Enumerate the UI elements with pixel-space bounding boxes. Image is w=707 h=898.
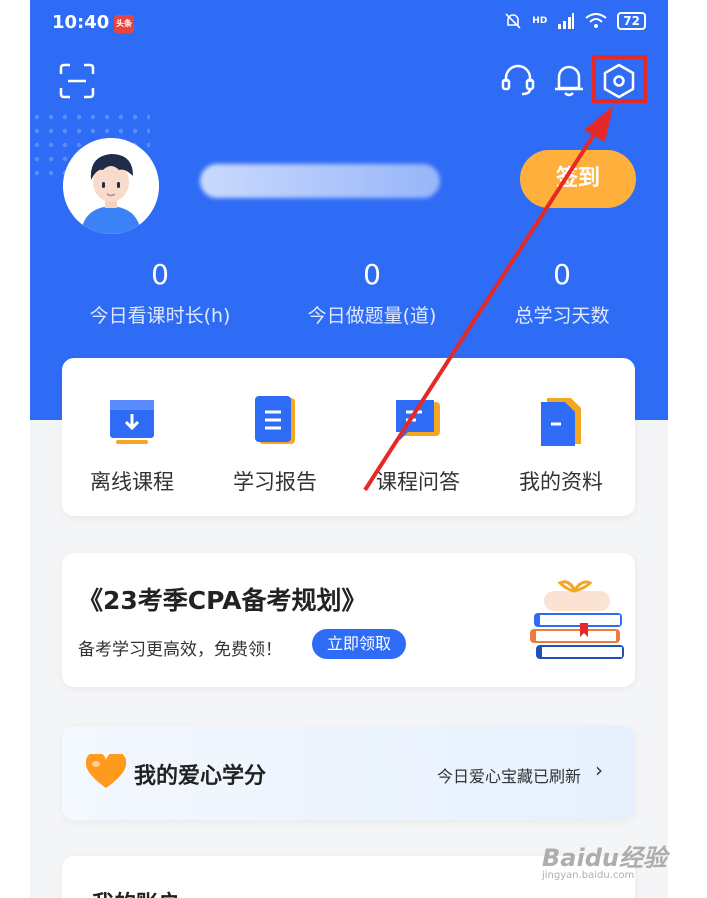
- love-credits-status: 今日爱心宝藏已刷新: [436, 767, 581, 786]
- cpa-plan-banner[interactable]: 《23考季CPA备考规划》 备考学习更高效，免费领！ 立即领取: [62, 553, 635, 687]
- quick-actions-card: 离线课程 学习报告 课程问答 我的资料: [62, 358, 635, 516]
- quick-my-materials[interactable]: 我的资料: [501, 394, 621, 496]
- quick-study-report[interactable]: 学习报告: [215, 394, 335, 496]
- profile-header: 10:40 头条 HD 72 签到 0 今日看课时长(h) 0 今日做题量(道)…: [30, 0, 668, 420]
- battery-indicator: 72: [617, 12, 646, 30]
- status-time: 10:40: [52, 12, 110, 33]
- mute-bell-icon: [505, 13, 521, 29]
- status-icons: HD 72: [504, 12, 646, 30]
- stat-value: 0: [363, 258, 381, 291]
- qa-chat-icon: [396, 400, 440, 440]
- quick-label: 课程问答: [376, 470, 460, 494]
- account-card-title: 我的账户: [92, 886, 180, 898]
- username-redacted: [200, 164, 440, 198]
- quick-label: 学习报告: [233, 470, 317, 494]
- stat-watch-hours[interactable]: 0 今日看课时长(h): [70, 258, 250, 328]
- network-hd-label: HD: [532, 16, 548, 26]
- stat-study-days[interactable]: 0 总学习天数: [472, 258, 652, 328]
- baidu-jingyan-watermark: Baidu经验 jingyan.baidu.com: [540, 830, 670, 890]
- document-icon: [541, 398, 581, 446]
- user-avatar[interactable]: [63, 138, 159, 234]
- wifi-icon: [585, 13, 607, 28]
- quick-course-qa[interactable]: 课程问答: [358, 394, 478, 496]
- promo-subtitle: 备考学习更高效，免费领！: [78, 640, 282, 660]
- stat-questions-done[interactable]: 0 今日做题量(道): [282, 258, 462, 328]
- stat-value: 0: [151, 258, 169, 291]
- claim-now-button[interactable]: 立即领取: [312, 629, 406, 659]
- stat-value: 0: [553, 258, 571, 291]
- stat-label: 今日看课时长(h): [89, 305, 231, 327]
- annotation-highlight-box: [592, 55, 647, 103]
- quick-label: 我的资料: [519, 470, 603, 494]
- watermark-url: jingyan.baidu.com: [542, 870, 635, 881]
- quick-label: 离线课程: [90, 470, 174, 494]
- avatar-illustration: [63, 138, 159, 234]
- customer-service-icon[interactable]: [500, 62, 536, 98]
- books-illustration: [530, 580, 624, 659]
- checkin-button[interactable]: 签到: [520, 150, 636, 208]
- top-toolbar: [30, 58, 668, 102]
- watermark-text: Baidu经验: [542, 844, 667, 872]
- toutiao-app-icon: 头条: [114, 15, 134, 33]
- notification-bell-icon[interactable]: [552, 62, 586, 98]
- promo-title: 《23考季CPA备考规划》: [78, 586, 367, 615]
- status-bar: 10:40 头条 HD 72: [52, 12, 646, 38]
- scan-icon[interactable]: [58, 62, 96, 100]
- report-icon: [255, 396, 295, 444]
- love-credits-card[interactable]: 我的爱心学分 今日爱心宝藏已刷新 ›: [62, 726, 635, 820]
- heart-icon: [86, 754, 126, 788]
- quick-offline-courses[interactable]: 离线课程: [72, 394, 192, 496]
- chevron-right-icon: ›: [595, 758, 603, 782]
- phone-screen: 10:40 头条 HD 72 签到 0 今日看课时长(h) 0 今日做题量(道)…: [30, 0, 668, 898]
- love-credits-title: 我的爱心学分: [134, 764, 267, 789]
- stat-label: 总学习天数: [514, 305, 610, 327]
- stat-label: 今日做题量(道): [307, 305, 437, 327]
- signal-icon: [558, 13, 575, 29]
- download-folder-icon: [110, 400, 154, 444]
